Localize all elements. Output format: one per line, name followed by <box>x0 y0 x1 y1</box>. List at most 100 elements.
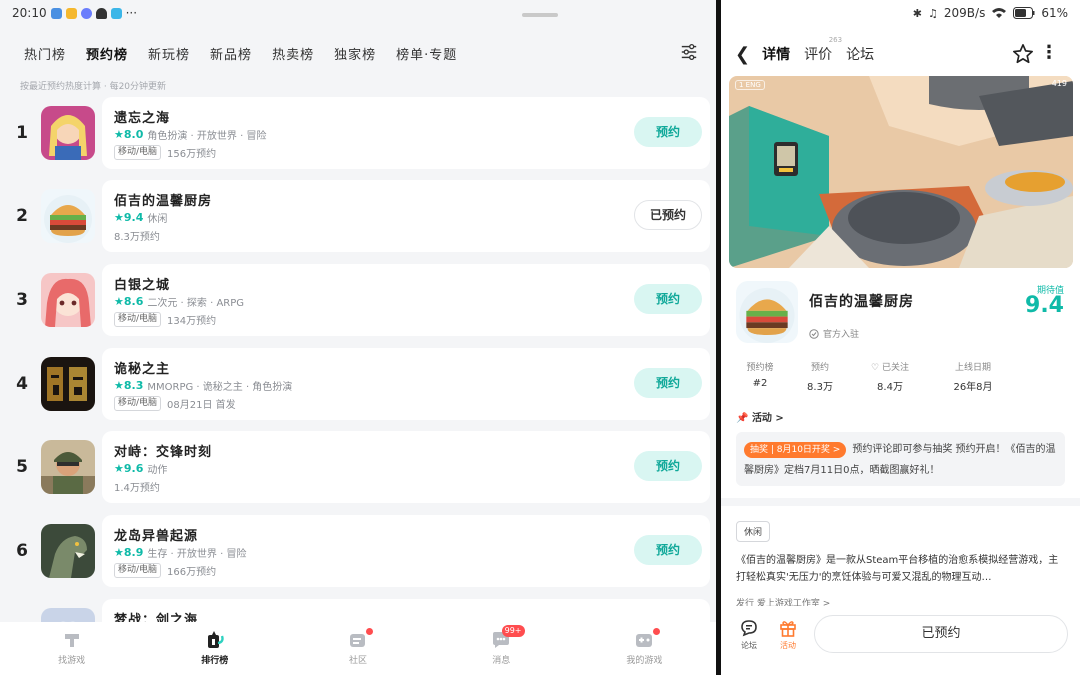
stat-label: ♡ 已关注 <box>871 363 909 373</box>
game-description[interactable]: 《佰吉的温馨厨房》是一款从Steam平台移植的治愈系模拟经营游戏，主打轻松真实'… <box>736 552 1067 586</box>
game-icon[interactable] <box>41 440 95 494</box>
game-icon[interactable] <box>41 273 95 327</box>
game-meta-2: 移动/电脑 134万预约 <box>114 312 216 327</box>
game-meta: ★9.6 动作 <box>114 461 167 476</box>
tab-reviews[interactable]: 评价 263 <box>804 36 842 64</box>
nav-community[interactable]: 社区 <box>286 622 429 675</box>
gift-icon <box>780 621 796 637</box>
stat-follow[interactable]: ♡ 已关注 8.4万 <box>861 360 919 393</box>
notification-dot <box>652 628 660 635</box>
game-tags: MMORPG · 诡秘之主 · 角色扮演 <box>147 382 293 393</box>
message-badge: 99+ <box>501 625 525 637</box>
nav-label: 我的游戏 <box>626 656 663 666</box>
game-bag-icon <box>64 634 79 647</box>
nav-label: 社区 <box>349 656 368 666</box>
rank-number: 3 <box>16 290 28 310</box>
game-icon[interactable] <box>41 189 95 243</box>
game-icon[interactable] <box>41 524 95 578</box>
app-notification-icon <box>65 7 77 19</box>
platform-chip: 移动/电脑 <box>114 396 162 411</box>
ranking-note: 按最近预约热度计算 · 每20分钟更新 <box>20 82 167 92</box>
tab-reserve[interactable]: 预约榜 <box>86 44 129 63</box>
tab-new-release[interactable]: 新品榜 <box>210 44 252 63</box>
tab-detail[interactable]: 详情 <box>762 44 791 64</box>
reserve-button[interactable]: 预约 <box>634 117 702 147</box>
lottery-badge[interactable]: 抽奖 | 8月10日开奖 > <box>744 442 847 458</box>
more-notifications: ··· <box>125 6 138 20</box>
activity-title-text: 活动 > <box>751 413 784 424</box>
list-item[interactable]: 3 白银之城 ★8.6 二次元 · 探索 · ARPG 移动/电脑 134万预约 预… <box>0 264 716 336</box>
game-tags: 二次元 · 探索 · ARPG <box>147 298 245 309</box>
list-item[interactable]: 2 佰吉的温馨厨房 ★9.4 休闲 8.3万预约 已预约 <box>0 180 716 252</box>
more-options-icon[interactable]: ⋮ <box>1040 42 1058 63</box>
tab-exclusive[interactable]: 独家榜 <box>334 44 376 63</box>
filter-icon[interactable] <box>680 43 698 61</box>
nav-ranking[interactable]: 排行榜 <box>143 622 286 675</box>
activity-card[interactable]: 抽奖 | 8月10日开奖 > 预约评论即可参与抽奖 预约开启！《佰吉的温馨厨房》定… <box>736 432 1065 486</box>
nav-label: 排行榜 <box>201 656 229 666</box>
game-icon[interactable] <box>41 357 95 411</box>
game-meta-2: 8.3万预约 <box>114 228 160 243</box>
score-value: 9.6 <box>123 462 144 475</box>
forum-shortcut[interactable]: 论坛 <box>739 618 759 651</box>
window-drag-handle[interactable] <box>522 13 558 17</box>
list-item[interactable]: 1 遗忘之海 ★8.0 角色扮演 · 开放世界 · 冒险 移动/电脑 156万预约 … <box>0 97 716 169</box>
reserved-main-button[interactable]: 已预约 <box>814 615 1068 653</box>
nav-my-games[interactable]: 我的游戏 <box>573 622 716 675</box>
tab-forum[interactable]: 论坛 <box>846 44 874 64</box>
chat-bubble-icon <box>741 620 757 637</box>
game-name: 遗忘之海 <box>114 111 171 126</box>
stat-value: 8.4万 <box>877 382 903 393</box>
stat-label: 预约 <box>810 363 829 373</box>
tab-best-selling[interactable]: 热卖榜 <box>272 44 314 63</box>
list-item[interactable]: 5 对峙：交锋时刻 ★9.6 动作 1.4万预约 预约 <box>0 431 716 503</box>
game-title: 佰吉的温馨厨房 <box>809 294 914 310</box>
game-card[interactable]: 诡秘之主 ★8.3 MMORPG · 诡秘之主 · 角色扮演 移动/电脑 08月21… <box>102 348 710 420</box>
list-item[interactable]: 6 龙岛异兽起源 ★8.9 生存 · 开放世界 · 冒险 移动/电脑 166万预约 … <box>0 515 716 587</box>
reserve-count: 166万预约 <box>167 567 217 578</box>
activity-shortcut[interactable]: 活动 <box>778 618 798 651</box>
game-card[interactable]: 佰吉的温馨厨房 ★9.4 休闲 8.3万预约 已预约 <box>102 180 710 252</box>
stat-value: 8.3万 <box>807 382 833 393</box>
hero-screenshot[interactable]: 1 ENG 419 <box>729 76 1073 268</box>
stat-value: 26年8月 <box>953 382 993 393</box>
reserved-button[interactable]: 已预约 <box>634 200 702 230</box>
back-arrow-icon[interactable]: ❮ <box>735 44 750 65</box>
game-card[interactable]: 白银之城 ★8.6 二次元 · 探索 · ARPG 移动/电脑 134万预约 预约 <box>102 264 710 336</box>
reserve-button[interactable]: 预约 <box>634 284 702 314</box>
activity-section-title[interactable]: 📌 活动 > <box>736 409 784 424</box>
app-notification-icon <box>50 7 62 19</box>
reserve-count: 156万预约 <box>167 149 217 160</box>
game-icon[interactable] <box>41 106 95 160</box>
game-score: ★8.3 <box>114 379 144 392</box>
game-meta: ★8.6 二次元 · 探索 · ARPG <box>114 294 244 309</box>
tab-new-play[interactable]: 新玩榜 <box>148 44 190 63</box>
wifi-icon <box>992 8 1007 18</box>
nav-messages[interactable]: 99+ 消息 <box>430 622 573 675</box>
media-count: 419 <box>1051 79 1067 88</box>
game-score: ★8.9 <box>114 546 144 559</box>
favorite-star-icon[interactable] <box>1012 43 1034 65</box>
ranking-pane: 20:10 ··· 热门榜 预约榜 新玩榜 新品榜 热卖榜 独家榜 榜单·专题 … <box>0 0 716 675</box>
publisher-line[interactable]: 发行 爱上游戏工作室 > <box>736 596 830 606</box>
nav-find-games[interactable]: 找游戏 <box>0 622 143 675</box>
game-card[interactable]: 龙岛异兽起源 ★8.9 生存 · 开放世界 · 冒险 移动/电脑 166万预约 预约 <box>102 515 710 587</box>
tab-hot[interactable]: 热门榜 <box>24 44 66 63</box>
ranking-tabs: 热门榜 预约榜 新玩榜 新品榜 热卖榜 独家榜 榜单·专题 <box>24 44 477 63</box>
stat-rank[interactable]: 预约榜 #2 <box>735 360 785 393</box>
rank-number: 6 <box>16 541 28 561</box>
reserve-button[interactable]: 预约 <box>634 451 702 481</box>
genre-tag[interactable]: 休闲 <box>736 521 771 542</box>
list-item[interactable]: 4 诡秘之主 ★8.3 MMORPG · 诡秘之主 · 角色扮演 移动/电脑 08月… <box>0 348 716 420</box>
my-games-icon <box>636 634 653 647</box>
reserve-button[interactable]: 预约 <box>634 535 702 565</box>
game-name: 龙岛异兽起源 <box>114 529 199 544</box>
platform-chip: 移动/电脑 <box>114 145 162 160</box>
app-notification-icon <box>80 7 92 19</box>
game-card[interactable]: 遗忘之海 ★8.0 角色扮演 · 开放世界 · 冒险 移动/电脑 156万预约 预约 <box>102 97 710 169</box>
reserve-button[interactable]: 预约 <box>634 368 702 398</box>
score-value: 8.3 <box>123 379 144 392</box>
tab-topics[interactable]: 榜单·专题 <box>396 44 457 63</box>
official-badge[interactable]: 官方入驻 <box>809 327 859 340</box>
game-card[interactable]: 对峙：交锋时刻 ★9.6 动作 1.4万预约 预约 <box>102 431 710 503</box>
